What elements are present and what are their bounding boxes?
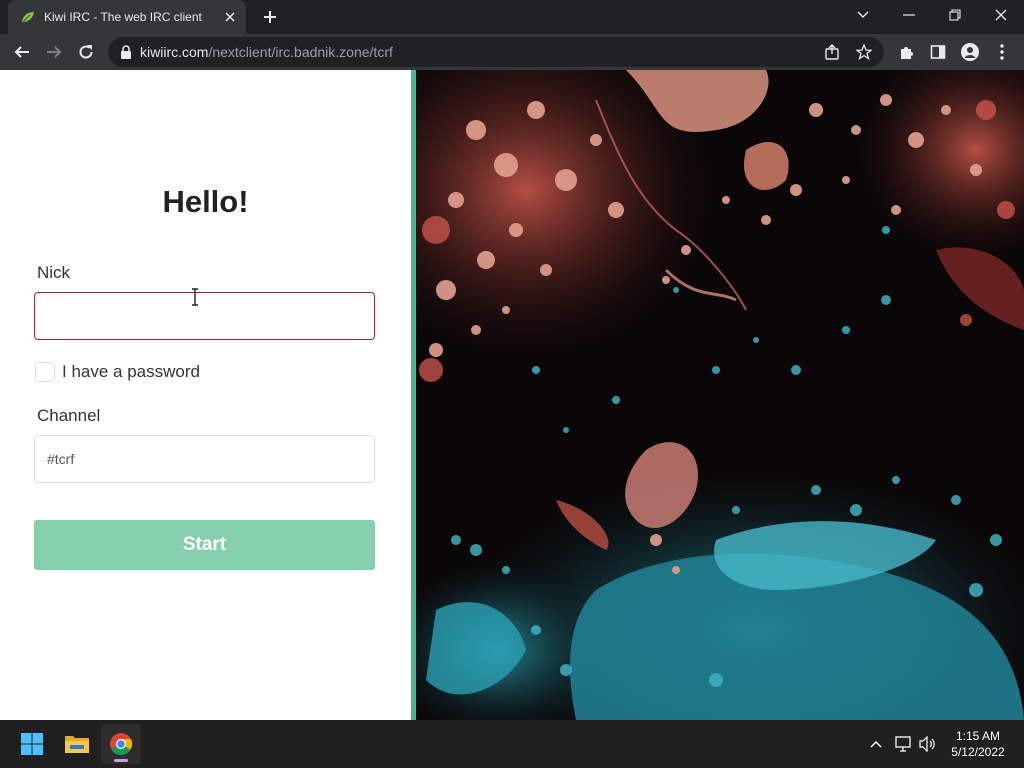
channel-label: Channel [37, 406, 101, 425]
start-button[interactable]: Start [34, 520, 375, 570]
nick-label: Nick [37, 263, 71, 282]
clock-time: 1:15 AM [955, 729, 1001, 743]
welcome-heading: Hello! [162, 184, 249, 219]
clock-date: 5/12/2022 [951, 745, 1005, 759]
reload-icon[interactable] [72, 38, 100, 66]
windows-taskbar: 1:15 AM 5/12/2022 [0, 720, 1024, 768]
show-hidden-icons-chevron-icon[interactable] [866, 734, 886, 754]
tab-title: Kiwi IRC - The web IRC client [44, 10, 202, 24]
new-tab-icon[interactable] [258, 5, 282, 29]
file-explorer-icon[interactable] [57, 724, 97, 764]
tab-search-icon[interactable] [840, 0, 886, 30]
password-checkbox-label[interactable]: I have a password [62, 362, 200, 382]
volume-icon[interactable] [918, 734, 938, 754]
password-checkbox[interactable] [35, 362, 55, 382]
restore-icon[interactable] [932, 0, 978, 30]
share-icon[interactable] [824, 44, 840, 60]
browser-tab[interactable]: Kiwi IRC - The web IRC client [8, 0, 246, 34]
back-icon[interactable] [8, 38, 36, 66]
extensions-icon[interactable] [896, 42, 916, 62]
minimize-icon[interactable] [886, 0, 932, 30]
bookmark-star-icon[interactable] [856, 44, 872, 60]
chrome-icon[interactable] [101, 724, 141, 764]
browser-tab-strip: Kiwi IRC - The web IRC client [0, 0, 1024, 34]
close-tab-icon[interactable] [222, 9, 238, 25]
profile-icon[interactable] [960, 42, 980, 62]
kiwi-leaf-icon [21, 12, 34, 24]
active-app-indicator [114, 759, 128, 762]
nick-input[interactable] [34, 292, 375, 340]
address-bar[interactable]: kiwiirc.com/nextclient/irc.badnik.zone/t… [108, 37, 884, 67]
text-cursor-icon [192, 288, 198, 306]
close-window-icon[interactable] [978, 0, 1024, 30]
system-clock[interactable]: 1:15 AM 5/12/2022 [940, 728, 1016, 760]
fluid-art-image [416, 70, 1024, 720]
forward-icon[interactable] [40, 38, 68, 66]
url-text: kiwiirc.com/nextclient/irc.badnik.zone/t… [140, 44, 393, 60]
browser-toolbar: kiwiirc.com/nextclient/irc.badnik.zone/t… [0, 34, 1024, 70]
channel-input[interactable]: #tcrf [34, 435, 375, 483]
network-icon[interactable] [894, 734, 914, 754]
windows-start-icon[interactable] [12, 724, 52, 764]
menu-kebab-icon[interactable] [992, 42, 1012, 62]
side-panel-icon[interactable] [928, 42, 948, 62]
web-page: Hello! Nick I have a password Channel #t… [0, 70, 1024, 720]
login-panel: Hello! Nick I have a password Channel #t… [0, 70, 411, 720]
lock-icon [121, 45, 131, 59]
background-artwork [416, 70, 1024, 720]
